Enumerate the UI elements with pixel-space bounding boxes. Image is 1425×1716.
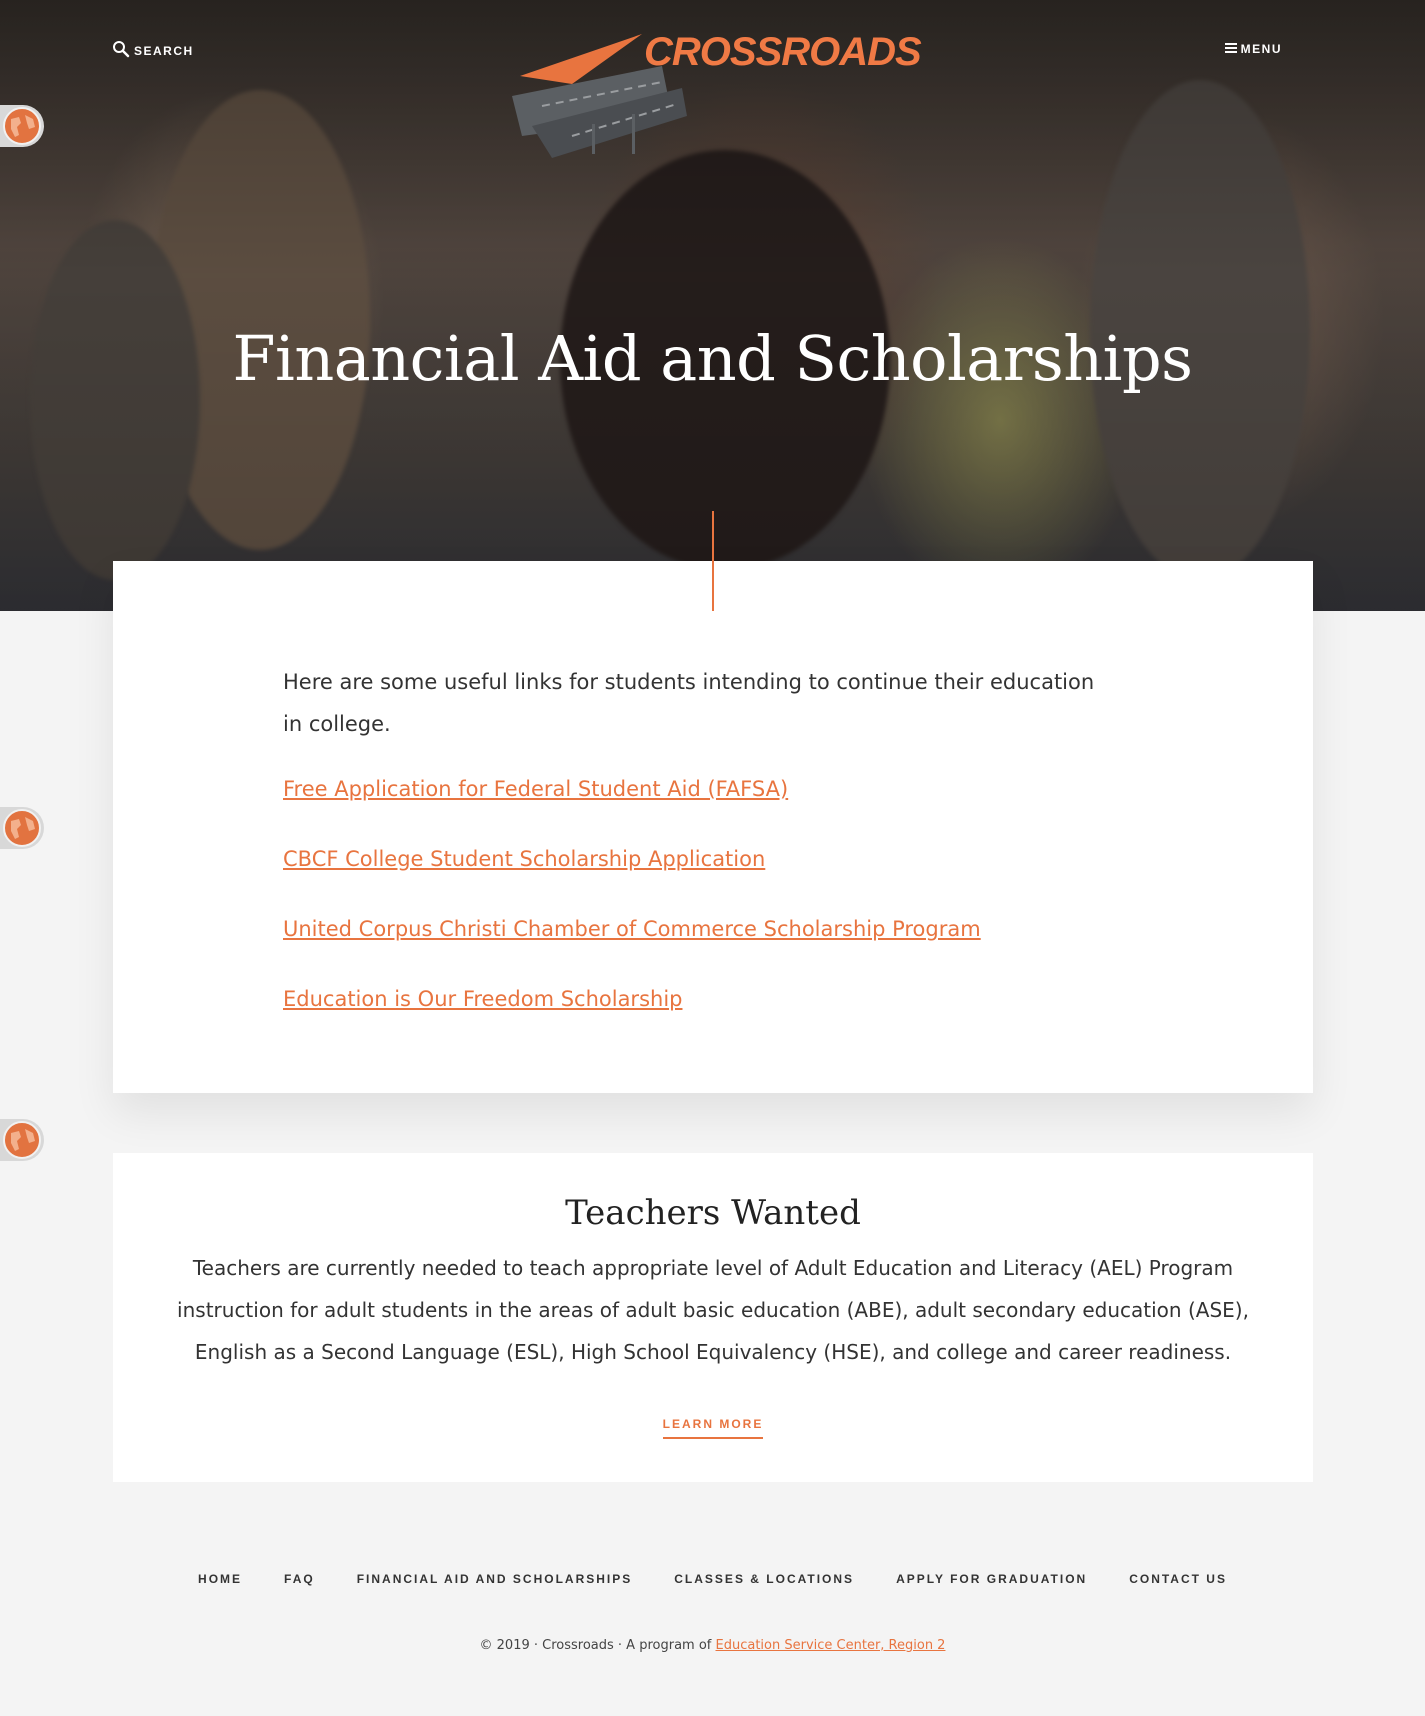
globe-icon <box>3 1121 41 1159</box>
globe-icon <box>3 107 41 145</box>
intro-text: Here are some useful links for students … <box>283 670 1095 736</box>
content-card: Here are some useful links for students … <box>113 561 1313 1093</box>
globe-icon <box>3 809 41 847</box>
footer-link-faq[interactable]: FAQ <box>284 1572 315 1586</box>
search-icon <box>112 40 130 61</box>
menu-label: MENU <box>1240 42 1282 56</box>
translate-widget[interactable] <box>0 105 44 147</box>
search-button[interactable]: SEARCH <box>112 40 194 61</box>
menu-icon <box>1224 42 1237 56</box>
logo-text: CROSSROADS <box>644 30 922 74</box>
freedom-scholarship-link[interactable]: Education is Our Freedom Scholarship <box>283 987 682 1011</box>
search-label: SEARCH <box>134 43 194 58</box>
teachers-title: Teachers Wanted <box>565 1193 861 1233</box>
corpus-christi-chamber-link[interactable]: United Corpus Christi Chamber of Commerc… <box>283 917 981 941</box>
copyright-text: © 2019 · Crossroads · A program of <box>479 1638 716 1653</box>
learn-more-button[interactable]: LEARN MORE <box>662 1417 764 1439</box>
divider-line <box>712 511 714 611</box>
copyright: © 2019 · Crossroads · A program of Educa… <box>0 1638 1425 1653</box>
translate-widget[interactable] <box>0 1119 44 1161</box>
crossroads-logo[interactable]: CROSSROADS <box>512 26 922 162</box>
page-title: Financial Aid and Scholarships <box>232 322 1194 395</box>
hero-photo-shape <box>30 220 200 580</box>
learn-more-wrapper: LEARN MORE <box>113 1415 1313 1439</box>
teachers-wanted-card: Teachers Wanted Teachers are currently n… <box>113 1153 1313 1482</box>
fafsa-link[interactable]: Free Application for Federal Student Aid… <box>283 777 788 801</box>
footer-link-financial-aid[interactable]: FINANCIAL AID AND SCHOLARSHIPS <box>357 1572 633 1586</box>
footer-link-contact[interactable]: CONTACT US <box>1129 1572 1227 1586</box>
cbcf-scholarship-link[interactable]: CBCF College Student Scholarship Applica… <box>283 847 765 871</box>
footer-nav: HOME FAQ FINANCIAL AID AND SCHOLARSHIPS … <box>0 1572 1425 1586</box>
translate-widget[interactable] <box>0 807 44 849</box>
footer-link-home[interactable]: HOME <box>198 1572 242 1586</box>
esc-region-link[interactable]: Education Service Center, Region 2 <box>716 1638 946 1653</box>
menu-button[interactable]: MENU <box>1224 42 1282 56</box>
hero-photo-shape <box>150 90 370 550</box>
teachers-body: Teachers are currently needed to teach a… <box>177 1256 1249 1364</box>
footer-link-graduation[interactable]: APPLY FOR GRADUATION <box>896 1572 1087 1586</box>
footer-link-classes[interactable]: CLASSES & LOCATIONS <box>674 1572 854 1586</box>
